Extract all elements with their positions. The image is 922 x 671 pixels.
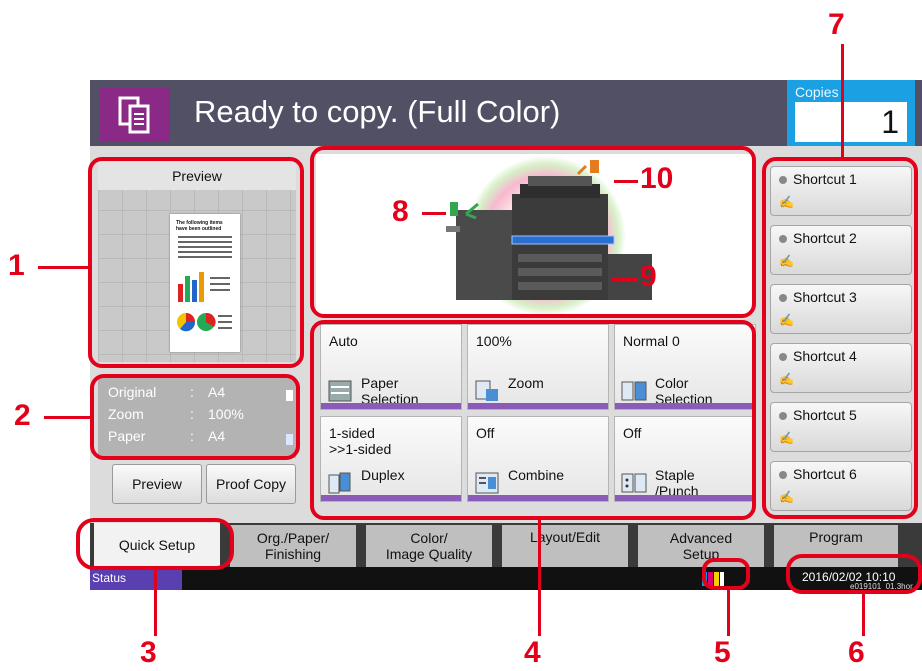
tab-layout-edit[interactable]: Layout/Edit [502, 525, 628, 567]
callout-6: 6 [848, 636, 865, 669]
callout-ring-machine [310, 146, 756, 318]
callout-4: 4 [524, 636, 541, 669]
callout-ring-datetime [786, 554, 922, 594]
tab-color-image-quality[interactable]: Color/ Image Quality [366, 525, 492, 567]
callout-8: 8 [392, 195, 409, 228]
callout-ring-preview [88, 157, 304, 368]
callout-7: 7 [828, 8, 845, 41]
callout-ring-summary [90, 374, 300, 460]
tab-org-paper-finishing[interactable]: Org./Paper/ Finishing [230, 525, 356, 567]
callout-ring-functions [310, 320, 756, 520]
callout-ring-tabs [76, 518, 234, 570]
callout-9: 9 [640, 260, 657, 293]
copies-field[interactable]: 1 [795, 102, 907, 142]
copy-app-icon [100, 88, 170, 142]
callout-ring-toner [702, 558, 750, 590]
callout-ring-shortcuts [762, 157, 918, 519]
callout-1: 1 [8, 249, 25, 282]
top-bar: Ready to copy. (Full Color) Copies 1 [90, 80, 922, 146]
status-title: Ready to copy. (Full Color) [194, 94, 561, 129]
callout-2: 2 [14, 399, 31, 432]
copies-label: Copies [795, 84, 839, 100]
proof-copy-button[interactable]: Proof Copy [206, 464, 296, 504]
copies-value: 1 [881, 104, 899, 140]
preview-button[interactable]: Preview [112, 464, 202, 504]
callout-5: 5 [714, 636, 731, 669]
callout-3: 3 [140, 636, 157, 669]
callout-10: 10 [640, 162, 674, 195]
copies-counter[interactable]: Copies 1 [787, 80, 915, 146]
status-button[interactable]: Status [90, 567, 182, 590]
